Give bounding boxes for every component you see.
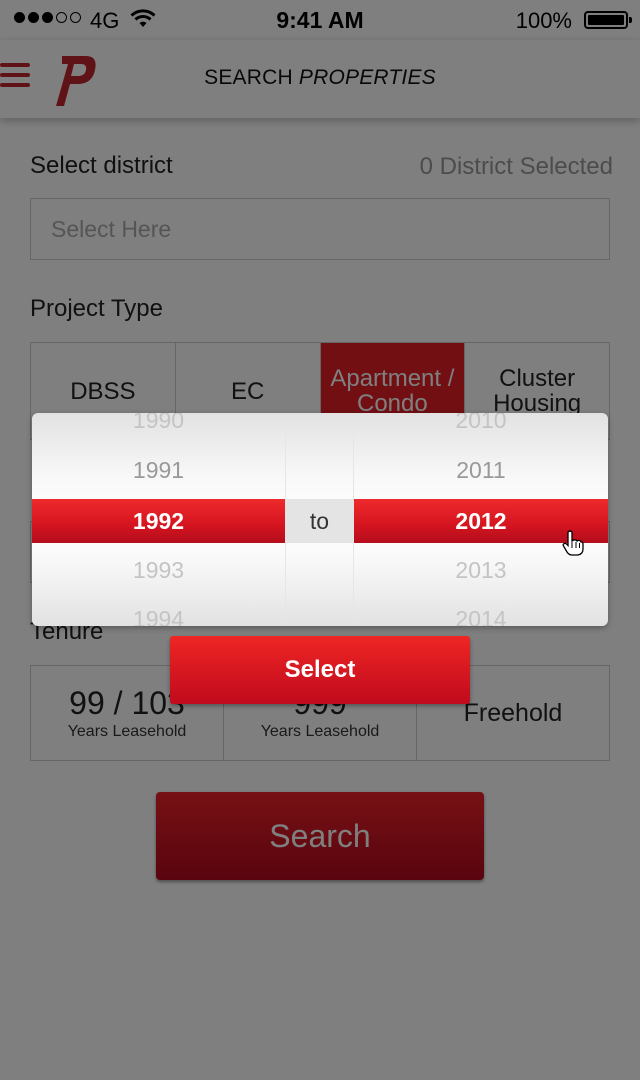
picker-item[interactable]: 2010 xyxy=(354,413,608,435)
picker-item[interactable]: 2013 xyxy=(354,555,608,585)
range-separator: to xyxy=(285,499,354,543)
picker-item[interactable]: 1994 xyxy=(32,604,285,626)
from-year-selected[interactable]: 1992 xyxy=(32,499,285,543)
picker-item[interactable]: 2011 xyxy=(354,455,608,485)
picker-item[interactable]: 1990 xyxy=(32,413,285,435)
picker-item[interactable]: 2014 xyxy=(354,604,608,626)
picker-item[interactable]: 1993 xyxy=(32,555,285,585)
hand-cursor-icon xyxy=(562,530,584,556)
year-range-picker: 1990 1991 1993 1994 2010 2011 2013 2014 … xyxy=(32,413,608,626)
select-button[interactable]: Select xyxy=(170,636,470,704)
picker-item[interactable]: 1991 xyxy=(32,455,285,485)
